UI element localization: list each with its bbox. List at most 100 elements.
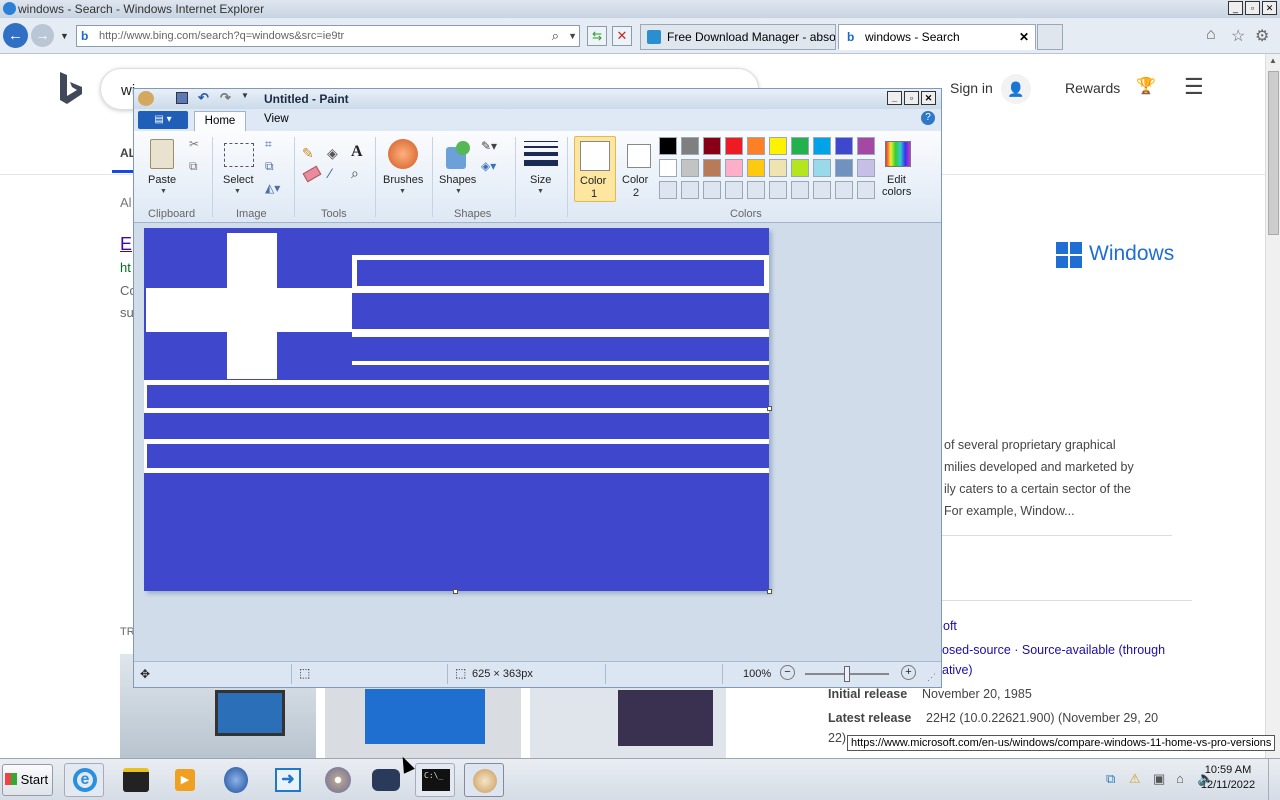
result-title[interactable]: E [120,234,132,255]
palette-swatch[interactable] [703,137,721,155]
license-tail[interactable]: ative) [942,663,973,677]
update-tray-icon[interactable]: ⚠ [1129,771,1141,787]
close-button[interactable]: ✕ [1262,1,1277,15]
forward-button[interactable]: → [31,24,54,47]
size-button[interactable]: Size [530,174,551,186]
palette-swatch[interactable] [769,181,787,199]
ie-taskbar-icon[interactable]: e [64,763,104,797]
brushes-button[interactable]: Brushes [383,174,423,186]
select-icon[interactable] [224,143,254,167]
palette-swatch[interactable] [791,181,809,199]
rotate-icon[interactable]: ◭▾ [265,181,280,195]
customize-qat-icon[interactable]: ▼ [241,91,249,100]
redo-icon[interactable]: ↷ [220,90,231,106]
start-button[interactable]: Start [2,764,53,796]
palette-swatch[interactable] [747,159,765,177]
palette-swatch[interactable] [725,137,743,155]
menu-hamburger-icon[interactable]: ☰ [1184,74,1204,100]
text-icon[interactable]: A [351,143,363,161]
color1-button[interactable]: Color 1 [574,136,616,202]
eraser-icon[interactable] [302,165,322,183]
tools-gear-icon[interactable]: ⚙ [1255,26,1269,46]
palette-swatch[interactable] [747,137,765,155]
remote-desktop-taskbar-icon[interactable]: ➜ [267,763,307,797]
edit-colors-icon[interactable] [885,141,911,167]
shapes-button[interactable]: Shapes [439,174,476,186]
edit-colors-button-line2[interactable]: colors [882,186,911,198]
paint-taskbar-icon[interactable] [464,763,504,797]
zoom-out-icon[interactable]: − [780,665,795,680]
zoom-slider-thumb[interactable] [844,666,850,682]
rewards-trophy-icon[interactable]: 🏆 [1136,76,1156,96]
palette-swatch[interactable] [681,181,699,199]
paint-menu-button[interactable]: ▤ ▾ [138,111,188,129]
brushes-dropdown-icon[interactable]: ▼ [399,188,406,195]
power-tray-icon[interactable]: ▣ [1153,771,1165,787]
fill-icon[interactable]: ◈ [327,145,338,162]
palette-swatch[interactable] [791,137,809,155]
paint-minimize-button[interactable]: _ [887,91,902,105]
clock[interactable]: 10:59 AM 12/11/2022 [1196,763,1260,793]
fill-style-icon[interactable]: ◈▾ [481,159,496,173]
outline-icon[interactable]: ✎▾ [481,139,497,153]
help-icon[interactable]: ? [921,111,935,125]
palette-swatch[interactable] [835,181,853,199]
recent-pages-dropdown[interactable]: ▼ [60,31,69,41]
cut-icon[interactable]: ✂ [189,137,199,151]
paste-dropdown-icon[interactable]: ▼ [160,188,167,195]
palette-swatch[interactable] [769,159,787,177]
copy-icon[interactable]: ⧉ [189,159,198,174]
color-picker-icon[interactable]: ⁄ [329,165,331,181]
palette-swatch[interactable] [813,181,831,199]
tab-home[interactable]: Home [194,111,246,132]
result-url[interactable]: ht [120,260,131,275]
shapes-dropdown-icon[interactable]: ▼ [455,188,462,195]
address-bar[interactable]: b http://www.bing.com/search?q=windows&s… [76,25,580,47]
dvd-burner-taskbar-icon[interactable] [317,763,357,797]
crop-icon[interactable]: ⌗ [265,137,272,152]
palette-swatch[interactable] [747,181,765,199]
size-icon[interactable] [524,141,558,167]
paint-maximize-button[interactable]: ▫ [904,91,919,105]
paste-button[interactable]: Paste [148,174,176,186]
game-taskbar-icon[interactable] [366,763,406,797]
resize-handle-corner[interactable] [767,589,772,594]
resize-icon[interactable]: ⧉ [265,159,274,174]
palette-swatch[interactable] [857,159,875,177]
page-scrollbar[interactable]: ▲ [1265,54,1280,758]
zoom-in-icon[interactable]: + [901,665,916,680]
rewards-link[interactable]: Rewards [1065,80,1120,96]
home-icon[interactable]: ⌂ [1206,26,1216,44]
tab-windows-search[interactable]: b windows - Search ✕ [838,24,1036,50]
video-taskbar-icon[interactable]: ▶ [165,763,205,797]
magnifier-icon[interactable]: ⌕ [351,165,359,182]
palette-swatch[interactable] [725,159,743,177]
palette-swatch[interactable] [659,181,677,199]
close-tab-icon[interactable]: ✕ [1019,25,1029,49]
palette-swatch[interactable] [659,137,677,155]
maximize-button[interactable]: ▫ [1245,1,1260,15]
stop-icon[interactable]: ✕ [612,26,632,46]
pencil-icon[interactable]: ✎ [302,145,314,162]
media-player-taskbar-icon[interactable] [115,763,155,797]
undo-icon[interactable]: ↶ [198,90,209,106]
quick-save-icon[interactable] [176,92,188,104]
user-avatar-icon[interactable]: 👤 [1001,74,1031,104]
palette-swatch[interactable] [857,137,875,155]
color2-button[interactable]: Color 2 [620,136,662,202]
scroll-up-arrow-icon[interactable]: ▲ [1269,56,1277,65]
palette-swatch[interactable] [725,181,743,199]
developer-link[interactable]: oft [943,619,957,633]
edit-colors-button[interactable]: Edit [887,174,906,186]
palette-swatch[interactable] [835,137,853,155]
license-text[interactable]: osed-source · Source-available (through [942,643,1165,657]
palette-swatch[interactable] [813,137,831,155]
palette-swatch[interactable] [681,159,699,177]
zoom-slider[interactable] [805,666,889,682]
palette-swatch[interactable] [681,137,699,155]
bing-logo-icon[interactable] [58,72,84,106]
brushes-icon[interactable] [388,139,418,169]
new-tab-button[interactable] [1037,24,1063,50]
tab-free-download-manager[interactable]: Free Download Manager - absolu... [640,24,836,50]
network-tray-icon[interactable]: ⧉ [1106,771,1115,787]
